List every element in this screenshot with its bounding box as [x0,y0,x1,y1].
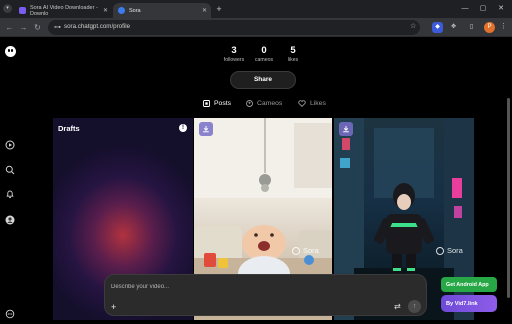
followers-label: followers [223,57,245,63]
drafts-label: Drafts [58,124,80,133]
tab-cameos-label: Cameos [257,100,283,107]
tab-label: Sora AI Video Downloader - Downlo [30,4,98,17]
sora-watermark: Sora [436,246,463,255]
sora-profile-page: 3 followers 0 cameos 5 likes Share Posts… [0,38,512,320]
tab-likes[interactable]: Likes [298,100,326,107]
site-info-icon[interactable]: ⊶ [54,23,61,31]
minimize-icon[interactable]: — [458,3,472,15]
download-icon [203,126,209,133]
tab-posts[interactable]: Posts [203,100,231,107]
send-button[interactable]: ↑ [408,300,421,313]
extension-favicon-icon [19,7,26,14]
back-icon[interactable]: ← [4,22,15,33]
cameos-label: cameos [254,57,274,63]
tab-sora-downloader[interactable]: Sora AI Video Downloader - Downlo ✕ [14,3,112,18]
likes-count: 5 [290,45,296,56]
url-text[interactable]: sora.chatgpt.com/profile [64,23,130,30]
grid-icon [203,100,210,107]
cameos-count: 0 [261,45,267,56]
maximize-icon[interactable]: ▢ [476,3,490,15]
vid7-button-label: By Vid7.link [446,300,478,307]
sora-logo[interactable] [5,46,16,57]
extension-icon[interactable]: ◆ [432,22,443,33]
sora-watermark: Sora [292,246,319,255]
puzzle-extensions-icon[interactable]: ✥ [448,22,459,33]
heart-icon [298,100,306,107]
tab-search-icon[interactable]: ▾ [3,4,12,13]
close-tab-icon[interactable]: ✕ [202,7,207,14]
likes-stat[interactable]: 5 likes [278,45,308,63]
sora-favicon-icon [118,7,125,14]
search-icon[interactable] [5,162,15,175]
forward-icon[interactable]: → [18,22,29,33]
add-media-button[interactable]: + [111,302,116,312]
browser-toolbar: ← → ↻ ⊶ sora.chatgpt.com/profile ☆ ◆ ✥ ▯… [0,18,512,37]
browser-menu-icon[interactable]: ⋮ [500,22,507,30]
vid7-link-button[interactable]: By Vid7.link [441,295,497,312]
bookmark-star-icon[interactable]: ☆ [410,22,416,30]
cameo-icon [246,100,253,107]
tab-label: Sora [129,7,141,14]
prompt-composer: + ⇄ ↑ [104,274,427,316]
share-button[interactable]: Share [230,71,296,89]
watermark-text: Sora [303,246,319,255]
cameos-stat[interactable]: 0 cameos [249,45,279,63]
android-button-label: Get Android App [446,281,489,288]
tab-sora[interactable]: Sora ✕ [113,3,211,18]
browser-tab-bar: ▾ Sora AI Video Downloader - Downlo ✕ So… [0,0,512,18]
sidebar-panel-icon[interactable]: ▯ [466,22,477,33]
followers-stat[interactable]: 3 followers [219,45,249,63]
tab-cameos[interactable]: Cameos [246,100,282,107]
profile-avatar[interactable]: P [484,22,495,33]
page-scrollbar[interactable] [507,98,510,298]
new-tab-button[interactable]: + [214,3,224,15]
download-button[interactable] [339,122,353,136]
download-icon [343,126,349,133]
close-window-icon[interactable]: ✕ [494,3,508,15]
video-settings-icon[interactable]: ⇄ [394,302,401,311]
reload-icon[interactable]: ↻ [32,22,43,33]
sora-mark-icon [292,246,300,255]
get-android-app-button[interactable]: Get Android App [441,277,497,292]
sora-mark-icon [436,246,444,255]
close-tab-icon[interactable]: ✕ [103,7,108,14]
watermark-text: Sora [447,246,463,255]
play-icon[interactable] [5,137,15,150]
settings-icon[interactable] [5,306,15,319]
profile-icon[interactable] [5,212,15,225]
prompt-input[interactable] [111,281,411,293]
tab-posts-label: Posts [214,100,231,107]
tab-likes-label: Likes [310,100,326,107]
notifications-bell-icon[interactable] [5,186,15,199]
likes-label: likes [287,57,299,63]
followers-count: 3 [231,45,237,56]
download-button[interactable] [199,122,213,136]
drafts-info-icon[interactable]: ! [179,124,187,132]
